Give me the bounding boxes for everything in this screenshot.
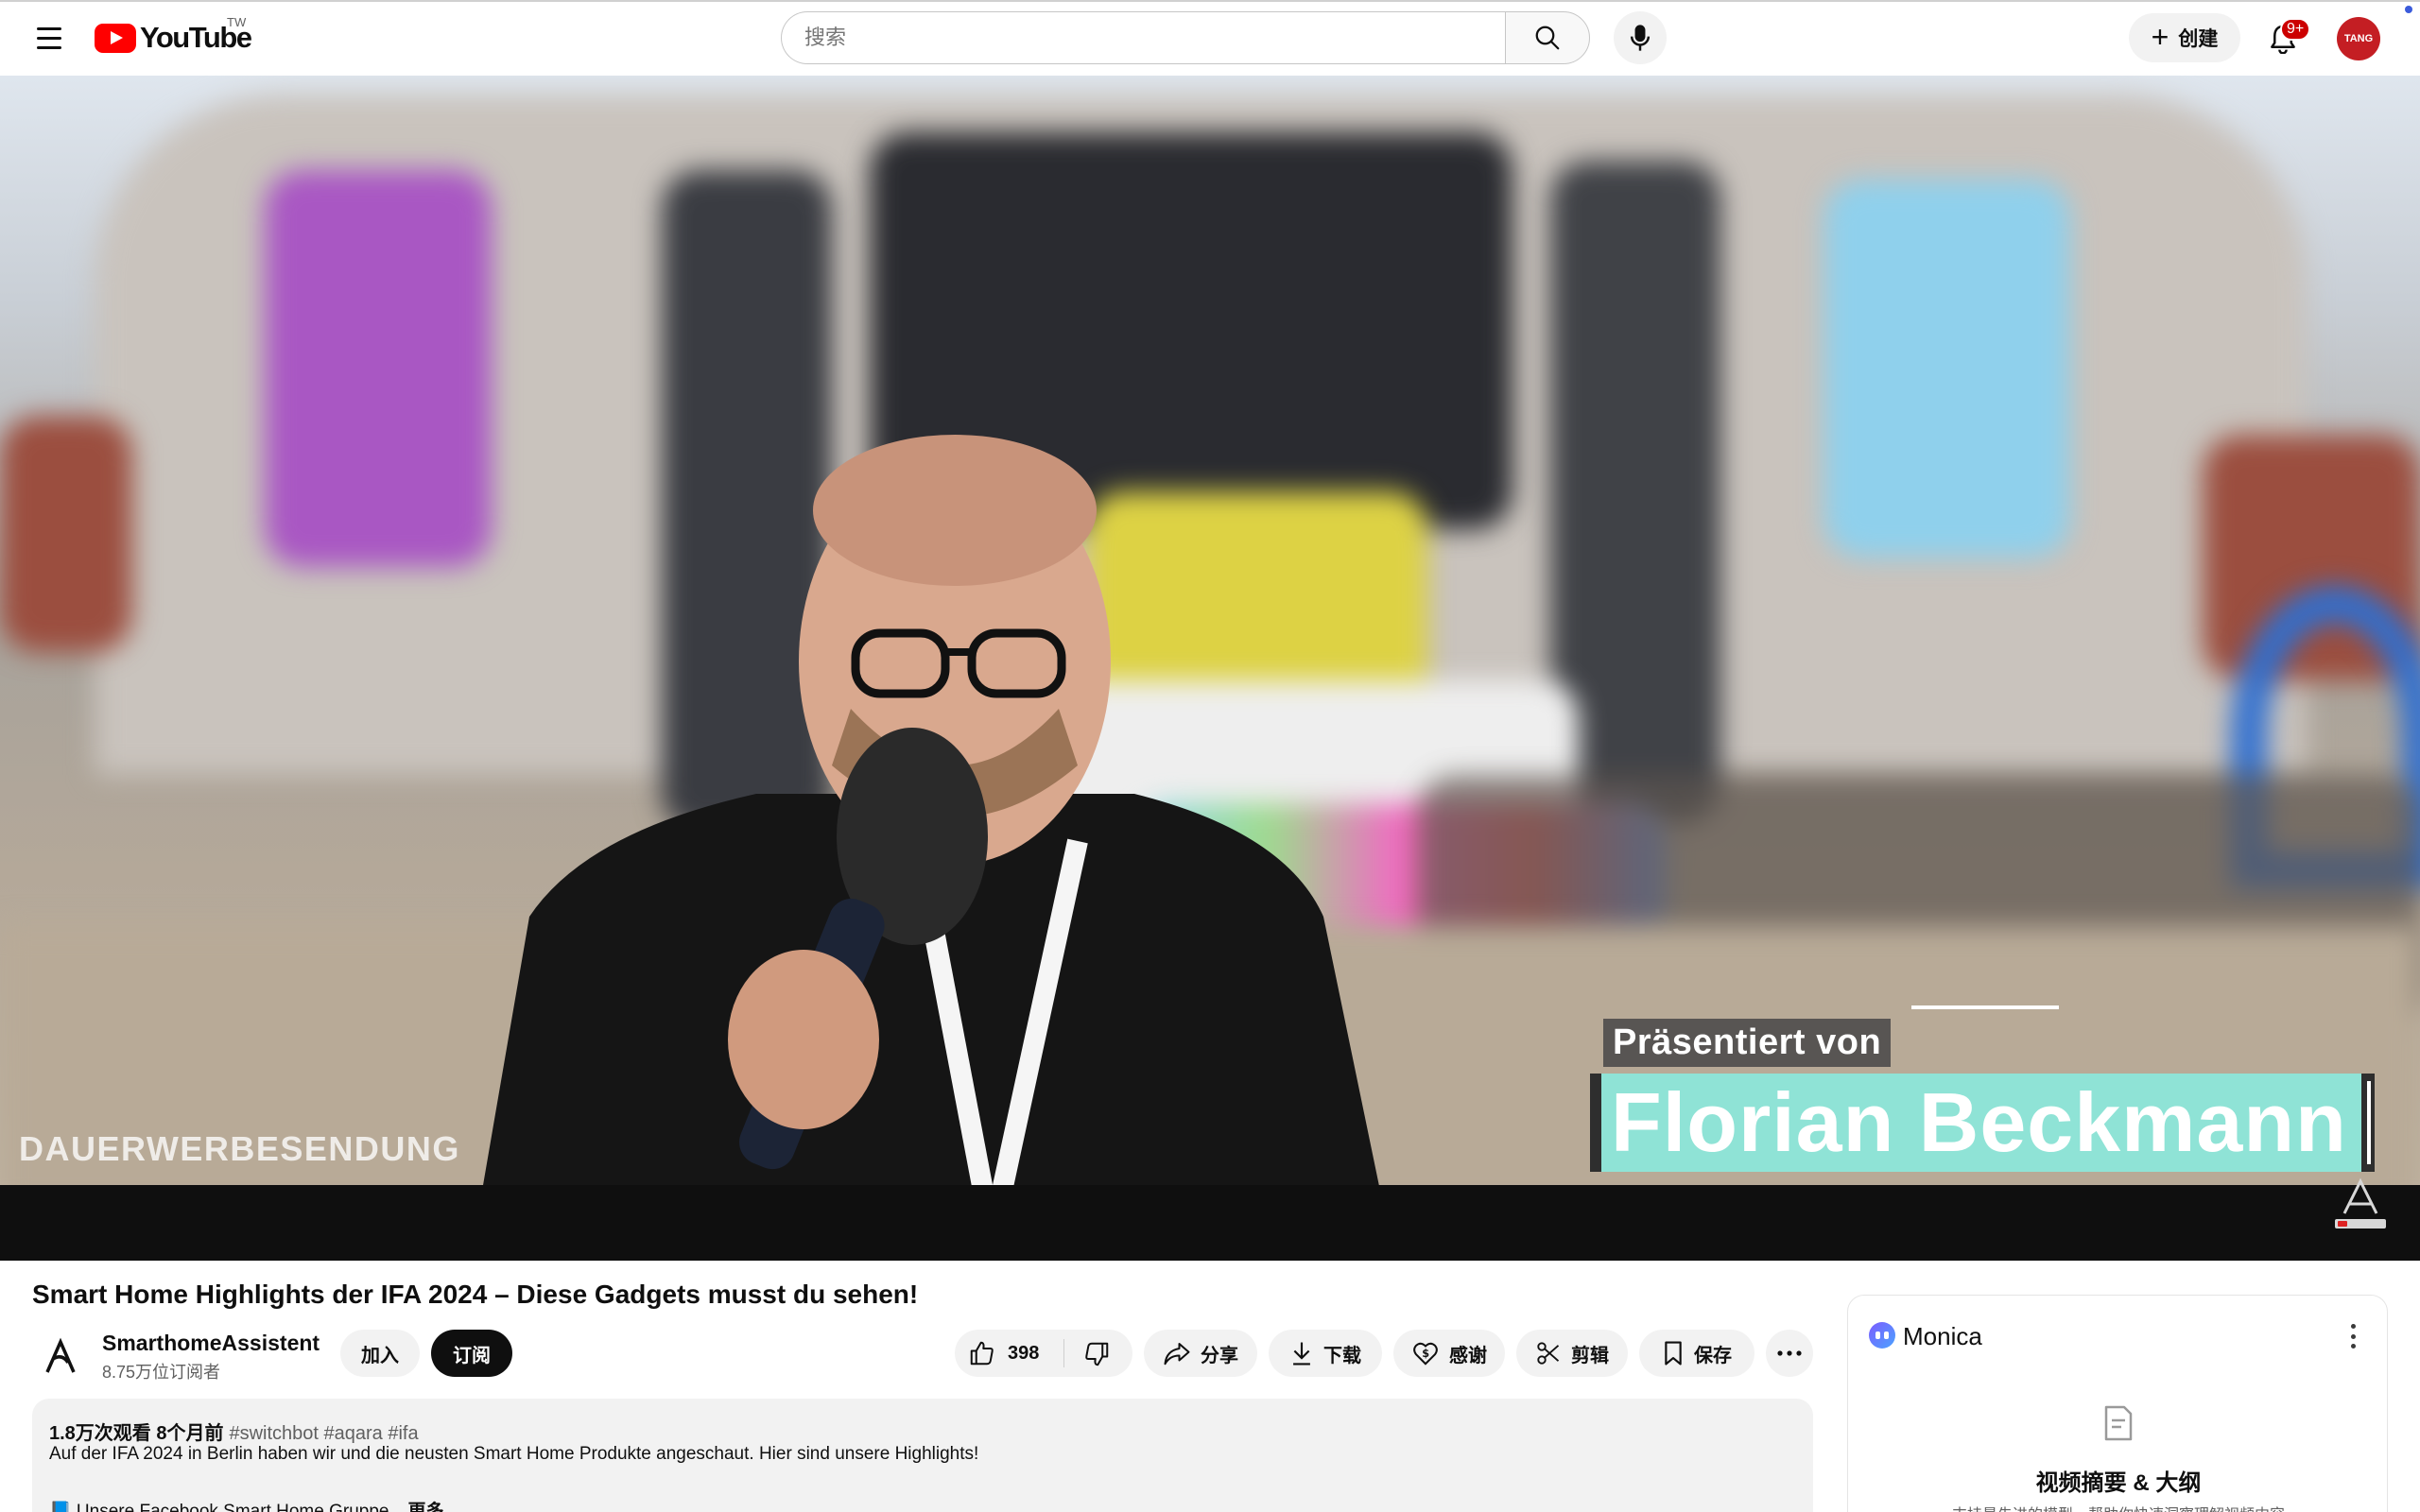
notification-badge: 9+ [2280, 18, 2311, 41]
save-button[interactable]: 保存 [1639, 1330, 1754, 1377]
search-button[interactable] [1505, 11, 1590, 64]
overlay-accent-line [1911, 1005, 2059, 1009]
show-more-button[interactable]: 更多 [407, 1502, 443, 1512]
advertising-notice: DAUERWERBESENDUNG [19, 1129, 460, 1168]
presenter-figure [483, 435, 1379, 1185]
monica-panel: Monica 视频摘要 & 大纲 支持最先进的模型，帮助你快速洞察理解视频内容 [1847, 1295, 2388, 1512]
monica-title: Monica [1903, 1322, 1982, 1350]
thanks-button[interactable]: $ 感谢 [1393, 1330, 1505, 1377]
bookmark-icon [1665, 1341, 1682, 1366]
monica-menu-icon[interactable] [2343, 1324, 2362, 1349]
super-thanks-icon: $ [1413, 1342, 1438, 1366]
channel-logo-icon [45, 1337, 76, 1373]
search-icon [1535, 26, 1560, 50]
description-text: Auf der IFA 2024 in Berlin haben wir und… [49, 1444, 979, 1464]
more-actions-button[interactable] [1766, 1330, 1813, 1377]
view-count-and-date: 1.8万次观看 8个月前 [49, 1423, 224, 1444]
save-label: 保存 [1694, 1345, 1732, 1366]
subscribe-label: 订阅 [453, 1345, 491, 1366]
create-label: 创建 [2178, 28, 2219, 50]
description-box[interactable]: 1.8万次观看 8个月前 #switchbot #aqara #ifa Auf d… [32, 1399, 1813, 1512]
document-icon [2104, 1405, 2133, 1441]
player-bottom-bar [0, 1185, 2420, 1261]
video-title: Smart Home Highlights der IFA 2024 – Die… [32, 1280, 919, 1309]
video-frame[interactable] [0, 76, 2420, 1185]
clip-label: 剪辑 [1571, 1345, 1609, 1366]
thanks-label: 感谢 [1449, 1345, 1487, 1366]
menu-icon[interactable] [25, 17, 74, 59]
facebook-group-link[interactable]: 📘 Unsere Facebook Smart Home Gruppe [49, 1502, 389, 1512]
thumbs-up-icon [970, 1341, 994, 1366]
download-button[interactable]: 下载 [1269, 1330, 1382, 1377]
join-button[interactable]: 加入 [340, 1330, 420, 1377]
account-avatar[interactable]: TANG [2337, 17, 2380, 60]
share-label: 分享 [1201, 1345, 1238, 1366]
presented-by-label: Präsentiert von [1603, 1019, 1892, 1067]
dislike-button[interactable] [1076, 1339, 1117, 1369]
like-count: 398 [1008, 1342, 1040, 1364]
banner-purple [265, 170, 492, 567]
monica-summary-heading[interactable]: 视频摘要 & 大纲 [1848, 1464, 2389, 1497]
left-building [0, 416, 132, 652]
banner-blue [1824, 180, 2070, 558]
extension-indicator [2405, 6, 2412, 13]
plus-icon: + [2151, 19, 2169, 54]
window-edge [0, 0, 2420, 2]
monica-logo-icon [1869, 1322, 1895, 1349]
microphone-icon [1630, 25, 1651, 51]
channel-name[interactable]: SmarthomeAssistent [102, 1331, 320, 1356]
scissors-icon [1537, 1342, 1560, 1365]
video-player[interactable]: DAUERWERBESENDUNG Präsentiert von Floria… [0, 76, 2420, 1261]
region-code: TW [227, 15, 247, 29]
channel-avatar[interactable] [32, 1329, 89, 1385]
share-button[interactable]: 分享 [1144, 1330, 1257, 1377]
monica-summary-subtitle: 支持最先进的模型，帮助你快速洞察理解视频内容 [1848, 1502, 2389, 1512]
channel-subscriber-count: 8.75万位订阅者 [102, 1363, 221, 1382]
presenter-name: Florian Beckmann [1611, 1075, 2347, 1169]
like-button[interactable]: 398 [968, 1339, 1039, 1367]
play-logo-icon [95, 23, 136, 53]
download-icon [1293, 1342, 1310, 1366]
more-horizontal-icon [1777, 1350, 1802, 1356]
like-divider [1063, 1339, 1064, 1367]
download-label: 下载 [1323, 1345, 1361, 1366]
youtube-logo[interactable]: YouTube TW [95, 15, 252, 57]
description-line-2: 📘 Unsere Facebook Smart Home Gruppe 更多 [49, 1497, 444, 1512]
clip-button[interactable]: 剪辑 [1516, 1330, 1628, 1377]
voice-search-button[interactable] [1614, 11, 1667, 64]
top-bar: YouTube TW + 创建 9+ TANG [0, 0, 2420, 76]
share-icon [1164, 1343, 1190, 1366]
subscribe-button[interactable]: 订阅 [431, 1330, 512, 1377]
search-input[interactable] [782, 12, 1505, 63]
name-plate-cursor [2367, 1081, 2371, 1164]
presenter-name-plate: Florian Beckmann [1590, 1074, 2375, 1172]
search-box [781, 11, 1505, 64]
join-label: 加入 [361, 1345, 399, 1366]
svg-text:$: $ [1422, 1348, 1429, 1360]
thumbs-down-icon [1085, 1342, 1109, 1366]
hashtags[interactable]: #switchbot #aqara #ifa [229, 1423, 418, 1444]
description-meta: 1.8万次观看 8个月前 #switchbot #aqara #ifa [49, 1418, 419, 1445]
channel-watermark-icon[interactable] [2333, 1176, 2388, 1236]
create-button[interactable]: + 创建 [2129, 13, 2240, 62]
